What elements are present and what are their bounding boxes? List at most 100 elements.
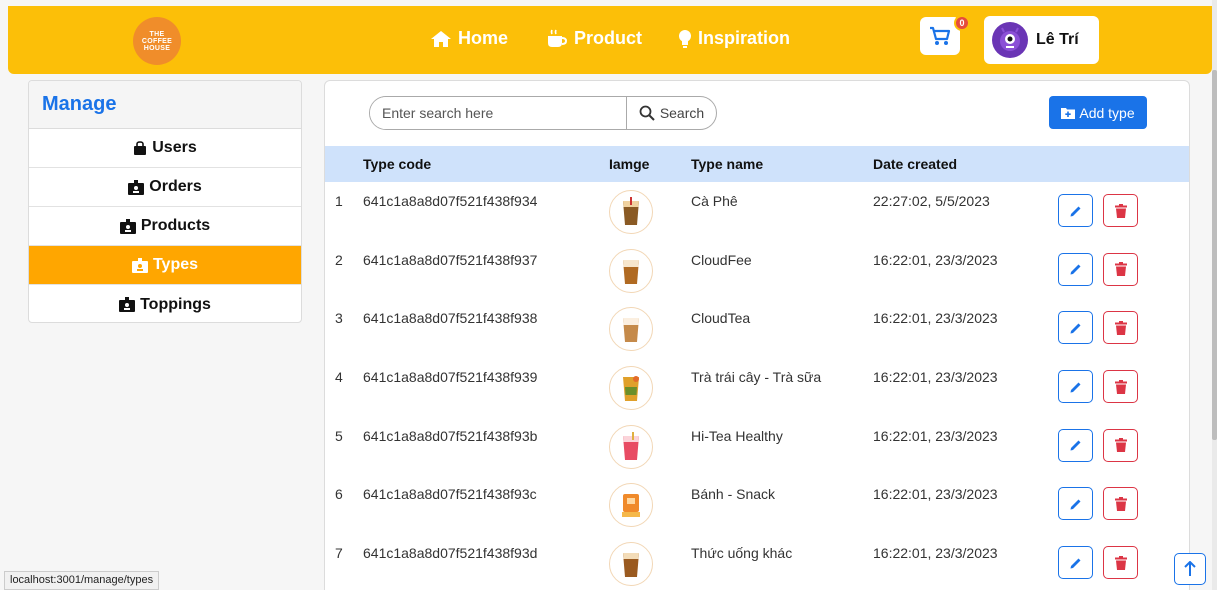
row-number: 5: [335, 427, 343, 444]
nav-product-label: Product: [574, 28, 643, 48]
trash-icon: [1114, 438, 1127, 453]
arrow-up-icon: [1184, 561, 1196, 576]
trash-icon: [1114, 496, 1127, 511]
edit-button[interactable]: [1058, 428, 1093, 462]
sidebar-item-orders[interactable]: Orders: [29, 168, 301, 207]
edit-button[interactable]: [1058, 546, 1093, 580]
type-image: [609, 483, 653, 528]
folder-plus-icon: [1061, 107, 1076, 119]
type-code: 641c1a8a8d07f521f438f937: [363, 251, 538, 268]
edit-button[interactable]: [1058, 311, 1093, 345]
edit-button[interactable]: [1058, 252, 1093, 286]
nav-inspiration[interactable]: Inspiration: [678, 28, 790, 49]
delete-button[interactable]: [1103, 428, 1138, 462]
nav-product[interactable]: Product: [546, 28, 642, 49]
column-header-type-code: Type code: [363, 156, 432, 172]
search-button-label: Search: [659, 105, 705, 121]
pencil-icon: [1070, 206, 1080, 216]
bag-icon: [134, 140, 147, 155]
manage-sidebar: Manage Users Orders Products Types Toppi…: [28, 80, 302, 323]
trash-icon: [1114, 555, 1127, 570]
other-drink-image: [623, 553, 639, 578]
delete-button[interactable]: [1103, 546, 1138, 580]
table-row: 5 641c1a8a8d07f521f438f93b Hi-Tea Health…: [325, 417, 1189, 476]
delete-button[interactable]: [1103, 370, 1138, 404]
sidebar-item-label: Users: [152, 139, 197, 156]
column-header-type-name: Type name: [691, 156, 764, 172]
logo-line: HOUSE: [143, 44, 171, 52]
nav-home[interactable]: Home: [430, 28, 508, 49]
type-code: 641c1a8a8d07f521f438f93d: [363, 545, 538, 562]
row-number: 4: [335, 369, 343, 386]
sidebar-item-types[interactable]: Types: [29, 246, 301, 285]
coffee-cup-icon: [548, 29, 568, 47]
cart-count-badge: 0: [954, 15, 970, 31]
type-code: 641c1a8a8d07f521f438f938: [363, 310, 538, 327]
sidebar-title: Manage: [29, 81, 301, 129]
search-button[interactable]: Search: [626, 97, 716, 129]
logo-line: THE: [149, 30, 165, 38]
date-created: 16:22:01, 23/3/2023: [873, 427, 998, 444]
date-created: 16:22:01, 23/3/2023: [873, 251, 998, 268]
row-number: 3: [335, 310, 343, 327]
pencil-icon: [1070, 264, 1080, 275]
page-scrollbar-thumb[interactable]: [1212, 70, 1217, 440]
sidebar-item-products[interactable]: Products: [29, 207, 301, 246]
id-badge-icon: [119, 218, 136, 234]
row-number: 6: [335, 486, 343, 503]
trash-icon: [1114, 262, 1127, 277]
delete-button[interactable]: [1103, 252, 1138, 286]
iced-coffee-image: [623, 197, 639, 225]
user-profile-button[interactable]: Lê Trí: [984, 16, 1099, 64]
row-number: 2: [335, 251, 343, 268]
lightbulb-icon: [679, 29, 691, 48]
fruit-tea-image: [623, 376, 639, 402]
type-image: [609, 190, 653, 234]
sidebar-item-label: Products: [140, 217, 211, 234]
delete-button[interactable]: [1103, 194, 1138, 227]
nav-home-label: Home: [458, 28, 509, 48]
date-created: 22:27:02, 5/5/2023: [873, 193, 990, 209]
search-input[interactable]: [370, 97, 626, 129]
type-image: [609, 248, 653, 293]
edit-button[interactable]: [1058, 370, 1093, 404]
add-type-button[interactable]: Add type: [1049, 96, 1147, 129]
coffee-house-logo[interactable]: THE COFFEE HOUSE: [133, 17, 181, 65]
cart-icon: [930, 26, 951, 45]
trash-icon: [1114, 203, 1127, 218]
id-badge-icon: [119, 297, 136, 312]
cloudtea-image: [623, 318, 639, 343]
sidebar-item-label: Toppings: [140, 295, 211, 313]
delete-button[interactable]: [1103, 487, 1138, 521]
row-number: 1: [335, 193, 343, 209]
row-number: 7: [335, 545, 343, 562]
table-row: 3 641c1a8a8d07f521f438f938 CloudTea 16:2…: [325, 299, 1189, 358]
scroll-to-top-button[interactable]: [1174, 553, 1206, 585]
delete-button[interactable]: [1103, 311, 1138, 345]
edit-button[interactable]: [1058, 194, 1093, 227]
sidebar-item-toppings[interactable]: Toppings: [29, 285, 301, 322]
trash-icon: [1114, 320, 1127, 335]
column-header-image: Iamge: [609, 156, 650, 172]
hi-tea-image: [623, 431, 639, 460]
pencil-icon: [1070, 323, 1080, 334]
type-name: Bánh - Snack: [691, 486, 776, 503]
search-bar: Search: [369, 96, 717, 130]
type-name: Cà Phê: [691, 193, 738, 209]
logo-line: COFFEE: [141, 37, 173, 45]
nav-inspiration-label: Inspiration: [698, 28, 791, 48]
sidebar-item-users[interactable]: Users: [29, 129, 301, 168]
type-code: 641c1a8a8d07f521f438f934: [363, 193, 538, 209]
pencil-icon: [1070, 440, 1080, 451]
type-name: Trà trái cây - Trà sữa: [691, 369, 822, 386]
date-created: 16:22:01, 23/3/2023: [873, 369, 998, 386]
type-code: 641c1a8a8d07f521f438f939: [363, 369, 538, 386]
add-type-label: Add type: [1079, 104, 1135, 121]
cloudfee-image: [623, 259, 639, 284]
type-name: CloudFee: [691, 251, 752, 268]
type-name: Hi-Tea Healthy: [691, 427, 783, 444]
table-row: 6 641c1a8a8d07f521f438f93c Bánh - Snack …: [325, 475, 1189, 534]
edit-button[interactable]: [1058, 487, 1093, 521]
table-row: 4 641c1a8a8d07f521f438f939 Trà trái cây …: [325, 358, 1189, 417]
monster-avatar-icon: [1000, 27, 1020, 51]
